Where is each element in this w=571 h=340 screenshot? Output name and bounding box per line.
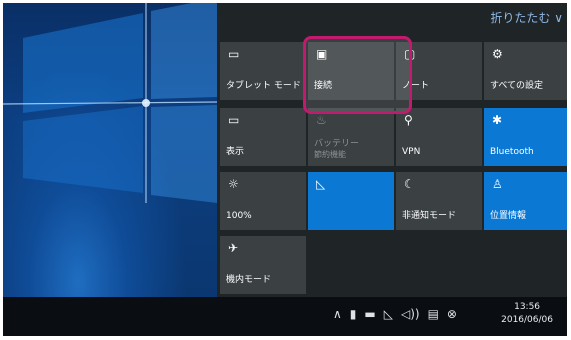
volume-icon[interactable]: ◁)): [401, 307, 420, 321]
tile-airplane-mode[interactable]: ✈ 機内モード: [220, 236, 306, 294]
moon-icon: ☾: [404, 177, 415, 191]
tile-tablet-mode[interactable]: ▭ タブレット モード: [220, 42, 306, 100]
brightness-icon: ☼: [228, 177, 239, 191]
tile-label: タブレット モード: [226, 81, 301, 91]
airplane-icon: ✈: [228, 241, 239, 255]
tile-label: 100%: [226, 211, 252, 221]
taskbar: ∧ ▮ ▬ ◺ ◁)) ▤ ⊗ 13:56 2016/06/06: [3, 297, 567, 336]
screen: 折りたたむ ∨ ▭ タブレット モード ▣ 接続 ▢ ノート ⚙ すべての設定 …: [3, 3, 567, 336]
wifi-icon[interactable]: ◺: [384, 307, 393, 321]
notification-icon[interactable]: ▤: [428, 307, 439, 321]
wifi-icon: ◺: [316, 177, 326, 191]
tile-bluetooth[interactable]: ✱ Bluetooth: [484, 108, 567, 166]
tile-project[interactable]: ▭ 表示: [220, 108, 306, 166]
clock-date: 2016/06/06: [501, 315, 553, 325]
location-icon: ♙: [492, 177, 503, 191]
clock-time: 13:56: [514, 302, 541, 312]
tile-label: すべての設定: [490, 81, 544, 91]
network-icon[interactable]: ▬: [364, 307, 375, 321]
gear-icon: ⚙: [492, 47, 503, 61]
tile-label-line2: 節約機能: [314, 150, 346, 159]
tile-label: 機内モード: [226, 275, 272, 285]
vpn-icon: ⚲: [404, 113, 413, 127]
tile-label: 位置情報: [490, 211, 527, 221]
windows-logo: [3, 3, 217, 203]
tile-location[interactable]: ♙ 位置情報: [484, 172, 567, 230]
tile-label: バッテリー: [314, 139, 360, 149]
tile-label: 非通知モード: [402, 211, 457, 221]
tile-label: 表示: [226, 147, 245, 157]
tablet-mode-icon: ▭: [228, 47, 240, 61]
bluetooth-icon: ✱: [492, 113, 503, 127]
tile-label: VPN: [402, 147, 421, 157]
battery-icon[interactable]: ▮: [350, 307, 357, 321]
tile-all-settings[interactable]: ⚙ すべての設定: [484, 42, 567, 100]
chevron-up-icon[interactable]: ∧: [333, 307, 342, 321]
tile-quiet-hours[interactable]: ☾ 非通知モード: [396, 172, 482, 230]
battery-saver-icon: ♨: [316, 113, 327, 127]
connect-tile-highlight: [303, 36, 412, 114]
clock[interactable]: 13:56 2016/06/06: [501, 301, 553, 327]
project-icon: ▭: [228, 113, 240, 127]
tile-wifi[interactable]: ◺: [308, 172, 394, 230]
collapse-button[interactable]: 折りたたむ ∨: [490, 9, 563, 26]
tile-brightness[interactable]: ☼ 100%: [220, 172, 306, 230]
tile-vpn[interactable]: ⚲ VPN: [396, 108, 482, 166]
tile-label: Bluetooth: [490, 147, 534, 157]
tile-battery-saver[interactable]: ♨ バッテリー 節約機能: [308, 108, 394, 166]
desktop-wallpaper: [3, 3, 217, 297]
close-icon[interactable]: ⊗: [447, 307, 457, 321]
system-tray: ∧ ▮ ▬ ◺ ◁)) ▤ ⊗: [333, 307, 457, 321]
